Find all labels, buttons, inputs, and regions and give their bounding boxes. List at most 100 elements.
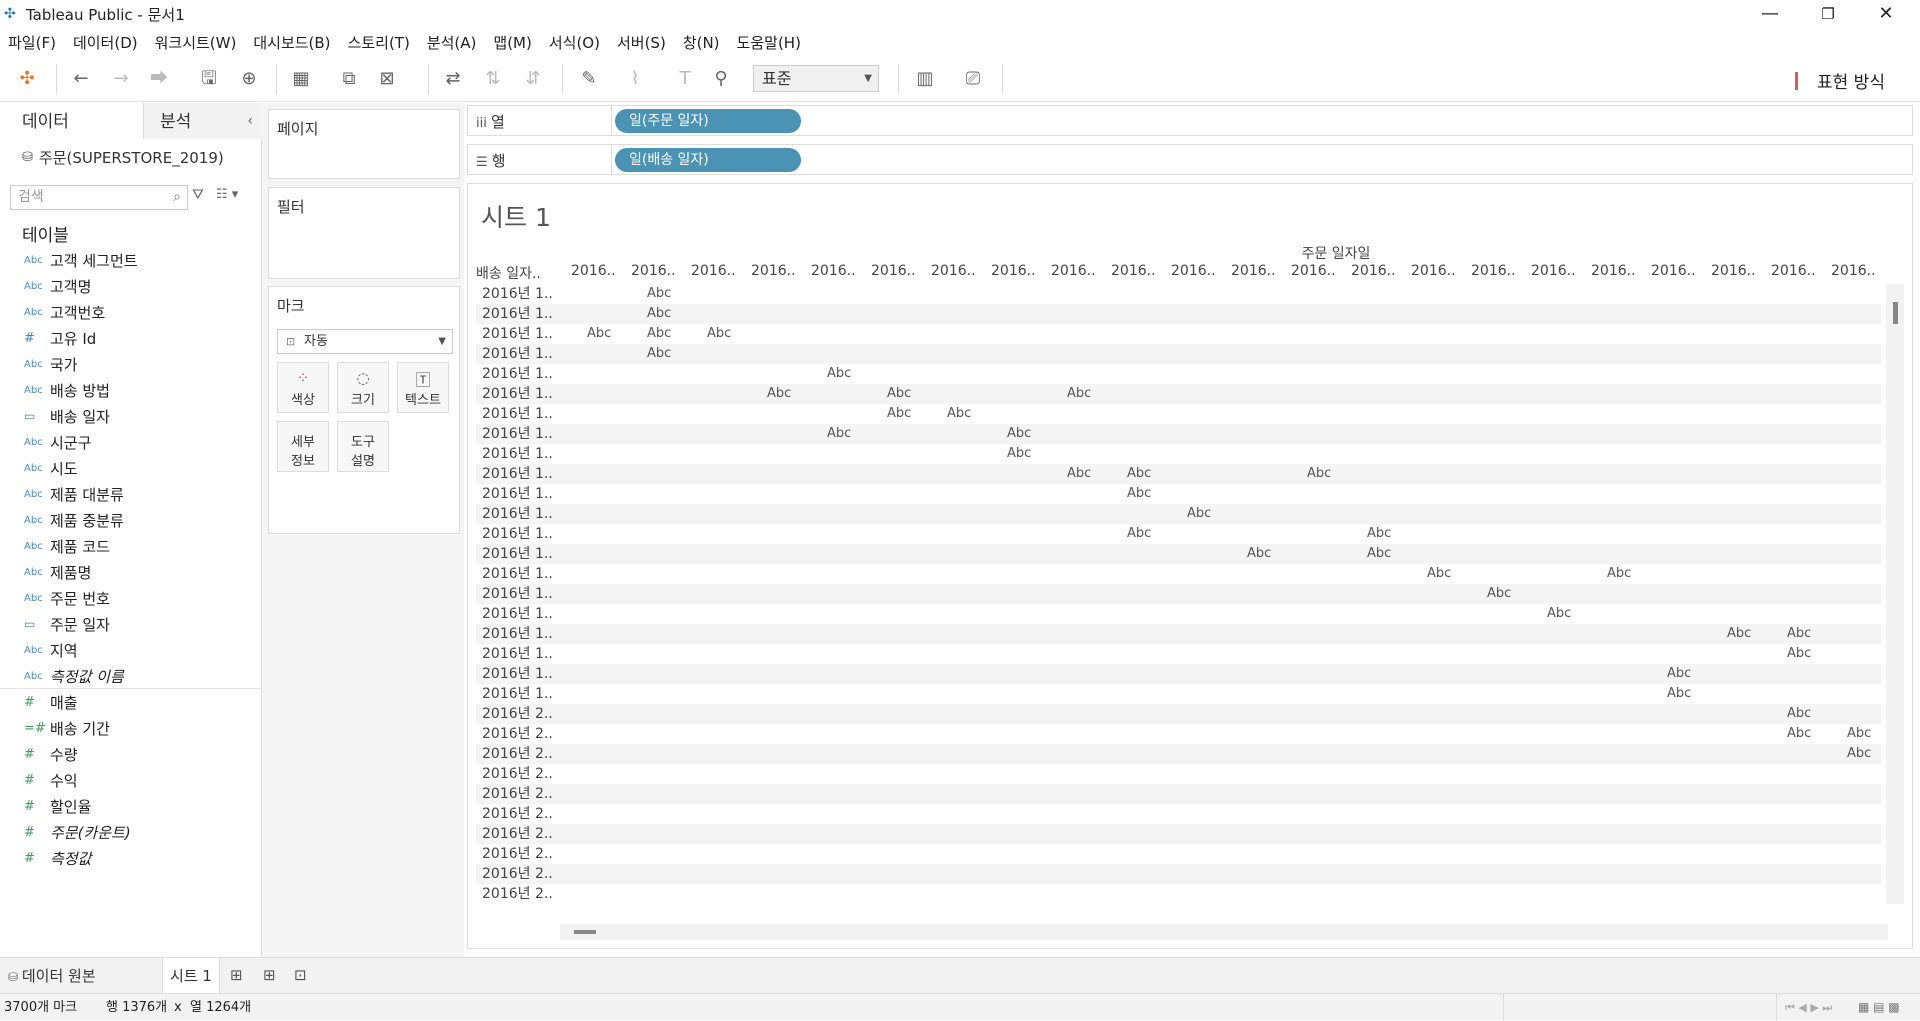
row-header[interactable]: 2016년 1.. xyxy=(482,484,553,504)
row-header[interactable]: 2016년 1.. xyxy=(482,424,553,444)
text-mark[interactable]: Abc xyxy=(827,364,851,384)
text-mark[interactable]: Abc xyxy=(707,324,731,344)
text-mark[interactable]: Abc xyxy=(1367,544,1391,564)
filters-card[interactable]: 필터 xyxy=(268,187,460,279)
row-header[interactable]: 2016년 1.. xyxy=(482,504,553,524)
text-mark[interactable]: Abc xyxy=(1607,564,1631,584)
mark-type-select[interactable]: ⊡ 자동 ▼ xyxy=(277,329,453,354)
row-header[interactable]: 2016년 2.. xyxy=(482,864,553,884)
detail-button[interactable]: 세부 정보 xyxy=(277,421,329,472)
text-mark[interactable]: Abc xyxy=(1667,684,1691,704)
text-mark[interactable]: Abc xyxy=(1307,464,1331,484)
row-header[interactable]: 2016년 1.. xyxy=(482,444,553,464)
text-mark[interactable]: Abc xyxy=(587,324,611,344)
row-header[interactable]: 2016년 1.. xyxy=(482,584,553,604)
menu-worksheet[interactable]: 워크시트(W) xyxy=(155,32,237,53)
text-mark[interactable]: Abc xyxy=(1127,464,1151,484)
text-mark[interactable]: Abc xyxy=(1367,524,1391,544)
group-members-icon[interactable]: ⌇ xyxy=(624,68,646,90)
text-mark[interactable]: Abc xyxy=(887,384,911,404)
sheet-view-icon[interactable]: ▦ ▤ ▩ xyxy=(1858,994,1900,1021)
text-mark[interactable]: Abc xyxy=(767,384,791,404)
dimension-field[interactable]: Abc 국가 xyxy=(0,351,262,377)
fit-select[interactable]: 표준 ▼ xyxy=(753,65,879,92)
menu-data[interactable]: 데이터(D) xyxy=(73,32,138,53)
column-header[interactable]: 2016.. xyxy=(1651,263,1696,279)
column-header[interactable]: 2016.. xyxy=(1411,263,1456,279)
row-header[interactable]: 2016년 2.. xyxy=(482,704,553,724)
menu-analysis[interactable]: 분석(A) xyxy=(427,32,477,53)
dimension-field[interactable]: Abc 지역 xyxy=(0,637,262,663)
dimension-field[interactable]: Abc 고객번호 xyxy=(0,299,262,325)
text-mark[interactable]: Abc xyxy=(1487,584,1511,604)
measure-field[interactable]: # 측정값 xyxy=(0,845,262,871)
vertical-scrollbar[interactable] xyxy=(1886,284,1904,904)
text-mark[interactable]: Abc xyxy=(887,404,911,424)
row-header[interactable]: 2016년 2.. xyxy=(482,784,553,804)
row-header[interactable]: 2016년 1.. xyxy=(482,564,553,584)
text-mark[interactable]: Abc xyxy=(1667,664,1691,684)
menu-help[interactable]: 도움말(H) xyxy=(737,32,801,53)
column-header[interactable]: 2016.. xyxy=(811,263,856,279)
columns-shelf[interactable]: iii 열 일(주문 일자) xyxy=(467,105,1913,136)
row-header[interactable]: 2016년 1.. xyxy=(482,544,553,564)
minimize-icon[interactable]: — xyxy=(1742,0,1798,28)
row-header[interactable]: 2016년 2.. xyxy=(482,884,553,904)
menu-window[interactable]: 창(N) xyxy=(683,32,720,53)
dimension-field[interactable]: # 고유 Id xyxy=(0,325,262,351)
presentation-mode-icon[interactable]: ⎚ xyxy=(962,68,984,90)
replay-icon[interactable]: ⮕ xyxy=(148,68,170,90)
menu-story[interactable]: 스토리(T) xyxy=(348,32,410,53)
color-button[interactable]: ⁘ 색상 xyxy=(277,362,329,413)
filter-icon[interactable]: ⛛ xyxy=(192,187,204,203)
tab-datasource[interactable]: ⛁ 데이터 원본 xyxy=(8,958,96,994)
column-header[interactable]: 2016.. xyxy=(991,263,1036,279)
menu-map[interactable]: 맵(M) xyxy=(493,32,531,53)
text-mark[interactable]: Abc xyxy=(1727,624,1751,644)
datasource-item[interactable]: ⛁ 주문(SUPERSTORE_2019) xyxy=(22,147,224,168)
restore-icon[interactable]: ❐ xyxy=(1800,0,1856,28)
text-mark[interactable]: Abc xyxy=(1787,644,1811,664)
show-cards-icon[interactable]: ▥ xyxy=(914,68,936,90)
menu-file[interactable]: 파일(F) xyxy=(8,32,56,53)
duplicate-sheet-icon[interactable]: ⧉ xyxy=(338,68,360,90)
undo-icon[interactable]: ← xyxy=(70,68,92,90)
row-header[interactable]: 2016년 1.. xyxy=(482,344,553,364)
column-header[interactable]: 2016.. xyxy=(1471,263,1516,279)
column-header[interactable]: 2016.. xyxy=(631,263,676,279)
save-icon[interactable]: 🖫 xyxy=(198,68,220,90)
text-mark[interactable]: Abc xyxy=(647,304,671,324)
dimension-field[interactable]: Abc 시도 xyxy=(0,455,262,481)
column-header[interactable]: 2016.. xyxy=(1351,263,1396,279)
dimension-field[interactable]: Abc 제품 중분류 xyxy=(0,507,262,533)
tab-data[interactable]: 데이터 xyxy=(0,103,143,139)
swap-rows-columns-icon[interactable]: ⇄ xyxy=(442,68,464,90)
size-button[interactable]: ◌ 크기 xyxy=(337,362,389,413)
row-header[interactable]: 2016년 1.. xyxy=(482,364,553,384)
tableau-home-icon[interactable]: ✣ xyxy=(16,68,38,90)
sort-descending-icon[interactable]: ⇵ xyxy=(522,68,544,90)
dimension-field[interactable]: Abc 측정값 이름 xyxy=(0,663,262,689)
column-header[interactable]: 2016.. xyxy=(751,263,796,279)
text-mark[interactable]: Abc xyxy=(1007,444,1031,464)
column-header[interactable]: 2016.. xyxy=(1231,263,1276,279)
row-header[interactable]: 2016년 1.. xyxy=(482,664,553,684)
measure-field[interactable]: # 수량 xyxy=(0,741,262,767)
vertical-scroll-thumb[interactable] xyxy=(1893,302,1898,324)
measure-field[interactable]: # 매출 xyxy=(0,689,262,715)
tooltip-button[interactable]: 도구 설명 xyxy=(337,421,389,472)
dimension-field[interactable]: Abc 배송 방법 xyxy=(0,377,262,403)
view-options-icon[interactable]: ☷ ▾ xyxy=(216,187,238,202)
dimension-field[interactable]: Abc 제품 코드 xyxy=(0,533,262,559)
column-header[interactable]: 2016.. xyxy=(1711,263,1756,279)
text-mark[interactable]: Abc xyxy=(1127,524,1151,544)
column-header[interactable]: 2016.. xyxy=(931,263,976,279)
new-dashboard-tab-icon[interactable]: ⊞ xyxy=(263,966,276,984)
row-header[interactable]: 2016년 1.. xyxy=(482,304,553,324)
dimension-field[interactable]: Abc 제품 대분류 xyxy=(0,481,262,507)
horizontal-scrollbar[interactable] xyxy=(560,924,1888,940)
column-header[interactable]: 2016.. xyxy=(1051,263,1096,279)
columns-pill[interactable]: 일(주문 일자) xyxy=(615,109,801,133)
pages-card[interactable]: 페이지 xyxy=(268,109,460,179)
text-mark[interactable]: Abc xyxy=(1847,724,1871,744)
